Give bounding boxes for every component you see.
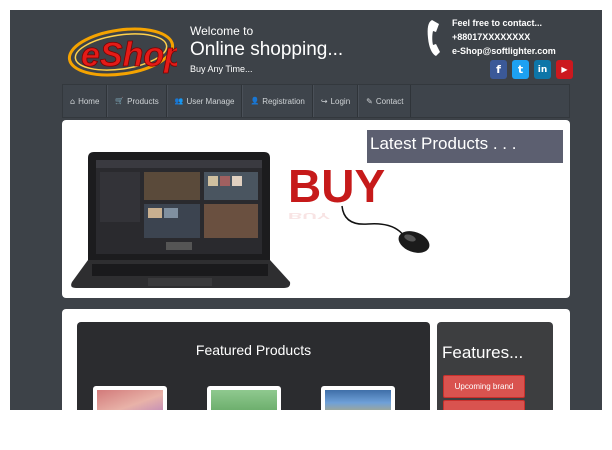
buy-reflection: BUY bbox=[288, 211, 330, 220]
buy-mouse-graphic: BUY BUY bbox=[288, 160, 430, 253]
laptop-image bbox=[71, 152, 291, 288]
contact-phone: +88017XXXXXXXX bbox=[452, 32, 531, 42]
twitter-icon[interactable]: t bbox=[512, 60, 529, 79]
nav-registration[interactable]: 👤 Registration bbox=[242, 85, 313, 117]
buy-text: BUY bbox=[288, 160, 385, 212]
banner-slider[interactable]: BUY BUY Latest Products . . . bbox=[62, 120, 570, 298]
product-image bbox=[97, 390, 163, 410]
page: eShop Welcome to Online shopping... Buy … bbox=[10, 10, 602, 410]
phone-icon bbox=[427, 20, 440, 56]
nav-products[interactable]: 🛒 Products bbox=[107, 85, 167, 117]
upcoming-brand-button[interactable]: Upcoming brand bbox=[443, 375, 525, 398]
cart-icon: 🛒 bbox=[115, 97, 125, 105]
youtube-icon[interactable]: ▶ bbox=[556, 60, 573, 79]
social-links: f t in ▶ bbox=[490, 60, 573, 79]
featured-products-panel: Featured Products bbox=[77, 322, 430, 410]
nav-label: User Manage bbox=[186, 96, 235, 106]
contact-email[interactable]: e-Shop@softlighter.com bbox=[452, 44, 556, 58]
eshop-logo[interactable]: eShop bbox=[65, 22, 185, 82]
nav-label: Home bbox=[78, 96, 100, 106]
featured-product-3[interactable] bbox=[321, 386, 395, 410]
product-image bbox=[325, 390, 391, 410]
login-icon: ↪ bbox=[320, 96, 328, 106]
nav-label: Registration bbox=[262, 96, 305, 106]
featured-products-title: Featured Products bbox=[195, 342, 312, 358]
home-icon: ⌂ bbox=[70, 96, 76, 106]
linkedin-icon[interactable]: in bbox=[534, 60, 551, 79]
nav-home[interactable]: ⌂ Home bbox=[63, 85, 108, 117]
content-section: Featured Products Features... Upcoming b… bbox=[62, 309, 570, 410]
edit-icon: ✎ bbox=[366, 96, 373, 106]
product-image bbox=[211, 390, 277, 410]
latest-products-title: Latest Products . . . bbox=[367, 130, 563, 163]
logo-text: eShop bbox=[81, 36, 177, 74]
featured-product-2[interactable] bbox=[207, 386, 281, 410]
features-title: Features... bbox=[442, 343, 524, 362]
main-nav: ⌂ Home 🛒 Products 👥 User Manage 👤 Regist… bbox=[62, 84, 570, 118]
feature-button-2[interactable] bbox=[443, 400, 525, 410]
user-add-icon: 👤 bbox=[250, 97, 260, 105]
welcome-line-3: Buy Any Time... bbox=[190, 64, 253, 74]
facebook-icon[interactable]: f bbox=[490, 60, 507, 79]
contact-block: Feel free to contact... +88017XXXXXXXX e… bbox=[422, 14, 597, 84]
nav-label: Login bbox=[330, 96, 351, 106]
nav-login[interactable]: ↪ Login bbox=[312, 85, 359, 117]
nav-user-manage[interactable]: 👥 User Manage bbox=[166, 85, 243, 117]
welcome-line-1: Welcome to bbox=[190, 24, 254, 38]
nav-label: Products bbox=[127, 96, 159, 106]
nav-label: Contact bbox=[375, 96, 404, 106]
features-panel: Features... Upcoming brand bbox=[437, 322, 553, 410]
nav-contact[interactable]: ✎ Contact bbox=[358, 85, 412, 117]
users-icon: 👥 bbox=[174, 97, 184, 105]
featured-product-1[interactable] bbox=[93, 386, 167, 410]
welcome-line-2: Online shopping... bbox=[190, 39, 344, 60]
welcome-block: Welcome to Online shopping... Buy Any Ti… bbox=[190, 24, 343, 75]
contact-label: Feel free to contact... bbox=[452, 18, 543, 28]
